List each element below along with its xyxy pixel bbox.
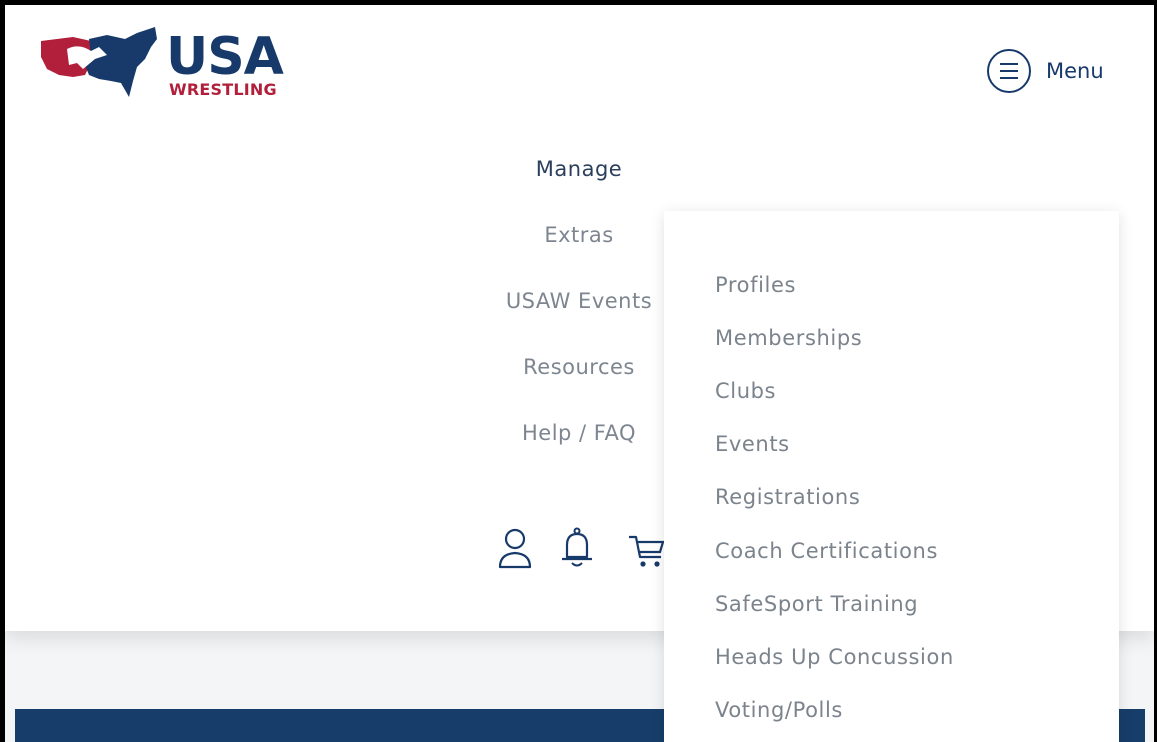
nav-item-manage[interactable]: Manage (449, 157, 709, 181)
logo-wrestling-text: WRESTLING (169, 80, 277, 99)
page-frame: USA WRESTLING Menu Manage Extras USAW Ev… (5, 5, 1154, 742)
bell-icon[interactable] (559, 527, 595, 569)
hamburger-icon (987, 49, 1031, 93)
menu-toggle-button[interactable]: Menu (987, 47, 1104, 95)
dropdown-item-clubs[interactable]: Clubs (715, 379, 776, 403)
dropdown-item-voting-polls[interactable]: Voting/Polls (715, 698, 843, 722)
logo-usa-text: USA (166, 27, 284, 87)
dropdown-item-safesport-training[interactable]: SafeSport Training (715, 592, 918, 616)
usa-map-logo-icon (41, 27, 157, 97)
manage-dropdown-menu: Profiles Memberships Clubs Events Regist… (664, 211, 1119, 742)
dropdown-item-registrations[interactable]: Registrations (715, 485, 860, 509)
usa-wrestling-logo[interactable]: USA WRESTLING (37, 25, 297, 105)
dropdown-item-heads-up-concussion[interactable]: Heads Up Concussion (715, 645, 954, 669)
dropdown-item-memberships[interactable]: Memberships (715, 326, 862, 350)
dropdown-item-events[interactable]: Events (715, 432, 790, 456)
dropdown-item-coach-certifications[interactable]: Coach Certifications (715, 539, 938, 563)
user-icon[interactable] (497, 527, 533, 569)
dropdown-item-profiles[interactable]: Profiles (715, 273, 796, 297)
cart-icon[interactable] (627, 527, 667, 569)
menu-label: Menu (1046, 59, 1104, 83)
